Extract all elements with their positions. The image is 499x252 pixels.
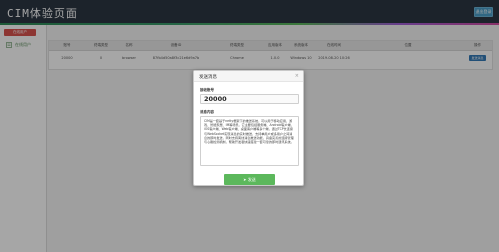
message-textarea[interactable]: CIM是一套基于netty框架下的推送系统，可以用于移动应用、游戏、智能家居、I…	[200, 116, 299, 166]
send-button[interactable]: ➤ 发送	[224, 174, 275, 185]
message-label: 消息内容	[200, 110, 214, 114]
dialog-header: 发送消息 ×	[194, 71, 303, 82]
close-icon[interactable]: ×	[295, 73, 299, 79]
send-message-dialog: 发送消息 × 接收账号 20000 消息内容 CIM是一套基于netty框架下的…	[193, 70, 304, 186]
account-label: 接收账号	[200, 88, 214, 92]
send-icon: ➤	[243, 177, 247, 182]
dialog-title: 发送消息	[199, 75, 217, 80]
send-button-label: 发送	[247, 177, 256, 182]
account-input[interactable]: 20000	[200, 94, 299, 104]
